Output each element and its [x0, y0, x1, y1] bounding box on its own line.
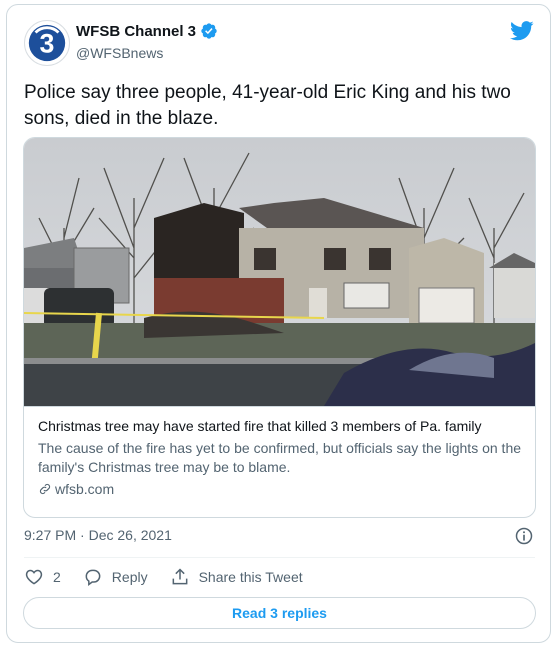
read-replies-button[interactable]: Read 3 replies: [23, 597, 536, 629]
author-handle[interactable]: @WFSBnews: [76, 45, 163, 61]
tweet-card: 3 WFSB Channel 3 @WFSBnews Police say th…: [6, 4, 551, 643]
link-card[interactable]: Christmas tree may have started fire tha…: [23, 137, 536, 518]
card-body[interactable]: Christmas tree may have started fire tha…: [24, 406, 535, 507]
tweet-text: Police say three people, 41-year-old Eri…: [24, 82, 511, 129]
like-count: 2: [53, 569, 61, 585]
reply-label: Reply: [111, 569, 148, 585]
share-icon: [172, 568, 188, 585]
tweet-actions: 2 Reply Share this Tweet: [24, 567, 325, 587]
card-title[interactable]: Christmas tree may have started fire tha…: [38, 417, 521, 436]
share-label: Share this Tweet: [198, 569, 303, 585]
house-fire-photo[interactable]: [24, 138, 535, 406]
reply-button[interactable]: Reply: [83, 567, 148, 587]
share-button[interactable]: Share this Tweet: [170, 567, 303, 587]
divider: [24, 557, 535, 558]
svg-text:3: 3: [40, 29, 55, 59]
card-domain[interactable]: wfsb.com: [38, 481, 521, 497]
avatar[interactable]: 3: [24, 20, 70, 66]
link-icon: [39, 483, 51, 495]
heart-icon: [25, 569, 43, 585]
author-name[interactable]: WFSB Channel 3: [76, 23, 196, 40]
wfsb-3-logo-icon: 3: [28, 24, 66, 62]
verified-badge-icon: [201, 23, 217, 39]
reply-bubble-icon: [85, 569, 101, 586]
author-name-row[interactable]: WFSB Channel 3: [76, 22, 218, 40]
info-icon[interactable]: [514, 526, 534, 546]
like-button[interactable]: 2: [24, 567, 61, 587]
card-domain-text: wfsb.com: [55, 481, 115, 497]
card-description: The cause of the fire has yet to be conf…: [38, 440, 522, 475]
twitter-bird-icon[interactable]: [510, 21, 534, 41]
tweet-timestamp[interactable]: 9:27 PM · Dec 26, 2021: [24, 527, 172, 543]
